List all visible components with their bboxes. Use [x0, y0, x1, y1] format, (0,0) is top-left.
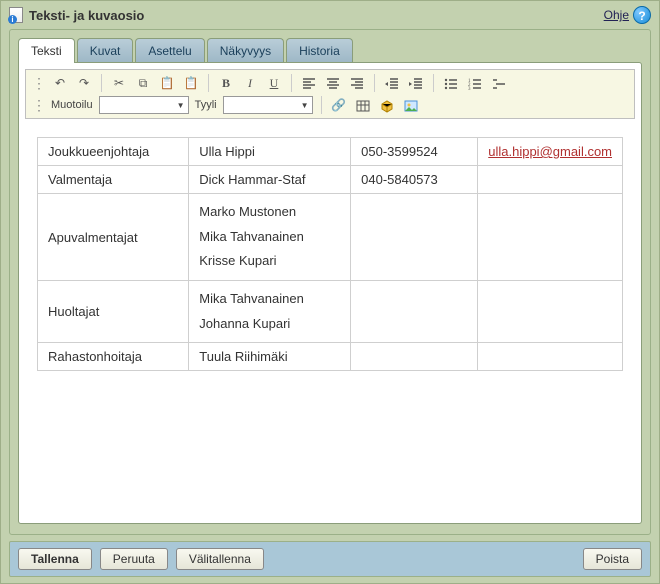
cut-icon[interactable]: ✂ — [110, 74, 128, 92]
email-link[interactable]: ulla.hippi@gmail.com — [488, 144, 612, 159]
window-title: Teksti- ja kuvaosio — [29, 8, 144, 23]
role-cell[interactable]: Rahastonhoitaja — [38, 343, 189, 371]
link-icon[interactable]: 🔗 — [330, 96, 348, 114]
phone-cell[interactable] — [351, 343, 478, 371]
cube-icon[interactable] — [378, 96, 396, 114]
help-icon[interactable]: ? — [633, 6, 651, 24]
indent-icon[interactable] — [407, 74, 425, 92]
phone-cell[interactable] — [351, 194, 478, 281]
titlebar: Teksti- ja kuvaosio Ohje ? — [1, 1, 659, 27]
window-frame: Teksti- ja kuvaosio Ohje ? Teksti Kuvat … — [0, 0, 660, 584]
definition-list-icon[interactable] — [490, 74, 508, 92]
editor-toolbar: ⋮ ↶ ↷ ✂ ⧉ 📋 📋 B I U — [25, 69, 635, 119]
editor-content[interactable]: Joukkueenjohtaja Ulla Hippi 050-3599524 … — [19, 125, 641, 515]
email-cell[interactable] — [478, 343, 623, 371]
phone-cell[interactable] — [351, 281, 478, 343]
image-icon[interactable] — [402, 96, 420, 114]
name-cell[interactable]: Ulla Hippi — [189, 138, 351, 166]
cancel-button[interactable]: Peruuta — [100, 548, 168, 570]
tab-kuvat[interactable]: Kuvat — [77, 38, 134, 63]
tab-nakyvyys[interactable]: Näkyvyys — [207, 38, 284, 63]
outdent-icon[interactable] — [383, 74, 401, 92]
delete-button[interactable]: Poista — [583, 548, 642, 570]
table-row: Rahastonhoitaja Tuula Riihimäki — [38, 343, 623, 371]
table-row: Huoltajat Mika Tahvanainen Johanna Kupar… — [38, 281, 623, 343]
style-dropdown[interactable] — [223, 96, 313, 114]
tab-strip: Teksti Kuvat Asettelu Näkyvyys Historia — [18, 38, 642, 63]
toolbar-grip-icon: ⋮ — [32, 75, 45, 92]
editor-frame: ⋮ ↶ ↷ ✂ ⧉ 📋 📋 B I U — [18, 62, 642, 524]
underline-button[interactable]: U — [265, 74, 283, 92]
tab-historia[interactable]: Historia — [286, 38, 353, 63]
paste-special-icon[interactable]: 📋 — [182, 74, 200, 92]
bullet-list-icon[interactable] — [442, 74, 460, 92]
footer-bar: Tallenna Peruuta Välitallenna Poista — [9, 541, 651, 577]
phone-cell[interactable]: 040-5840573 — [351, 166, 478, 194]
name-cell[interactable]: Dick Hammar-Staf — [189, 166, 351, 194]
copy-icon[interactable]: ⧉ — [134, 74, 152, 92]
email-cell[interactable] — [478, 281, 623, 343]
align-right-icon[interactable] — [348, 74, 366, 92]
roles-table: Joukkueenjohtaja Ulla Hippi 050-3599524 … — [37, 137, 623, 371]
format-dropdown[interactable] — [99, 96, 189, 114]
document-icon — [9, 7, 23, 23]
phone-cell[interactable]: 050-3599524 — [351, 138, 478, 166]
align-left-icon[interactable] — [300, 74, 318, 92]
name-cell[interactable]: Mika Tahvanainen Johanna Kupari — [189, 281, 351, 343]
numbered-list-icon[interactable]: 123 — [466, 74, 484, 92]
tab-asettelu[interactable]: Asettelu — [135, 38, 204, 63]
email-cell[interactable]: ulla.hippi@gmail.com — [478, 138, 623, 166]
save-button[interactable]: Tallenna — [18, 548, 92, 570]
role-cell[interactable]: Apuvalmentajat — [38, 194, 189, 281]
toolbar-grip-icon: ⋮ — [32, 97, 45, 114]
savedraft-button[interactable]: Välitallenna — [176, 548, 264, 570]
table-icon[interactable] — [354, 96, 372, 114]
role-cell[interactable]: Valmentaja — [38, 166, 189, 194]
role-cell[interactable]: Joukkueenjohtaja — [38, 138, 189, 166]
tab-teksti[interactable]: Teksti — [18, 38, 75, 63]
table-row: Valmentaja Dick Hammar-Staf 040-5840573 — [38, 166, 623, 194]
redo-icon[interactable]: ↷ — [75, 74, 93, 92]
table-row: Apuvalmentajat Marko Mustonen Mika Tahva… — [38, 194, 623, 281]
email-cell[interactable] — [478, 194, 623, 281]
undo-icon[interactable]: ↶ — [51, 74, 69, 92]
paste-icon[interactable]: 📋 — [158, 74, 176, 92]
format-label: Muotoilu — [51, 99, 93, 111]
tab-panel: Teksti Kuvat Asettelu Näkyvyys Historia … — [9, 29, 651, 535]
italic-button[interactable]: I — [241, 74, 259, 92]
align-center-icon[interactable] — [324, 74, 342, 92]
help-link[interactable]: Ohje — [604, 8, 629, 22]
table-row: Joukkueenjohtaja Ulla Hippi 050-3599524 … — [38, 138, 623, 166]
svg-text:3: 3 — [468, 87, 471, 91]
bold-button[interactable]: B — [217, 74, 235, 92]
name-cell[interactable]: Tuula Riihimäki — [189, 343, 351, 371]
name-cell[interactable]: Marko Mustonen Mika Tahvanainen Krisse K… — [189, 194, 351, 281]
style-label: Tyyli — [195, 99, 217, 111]
email-cell[interactable] — [478, 166, 623, 194]
role-cell[interactable]: Huoltajat — [38, 281, 189, 343]
